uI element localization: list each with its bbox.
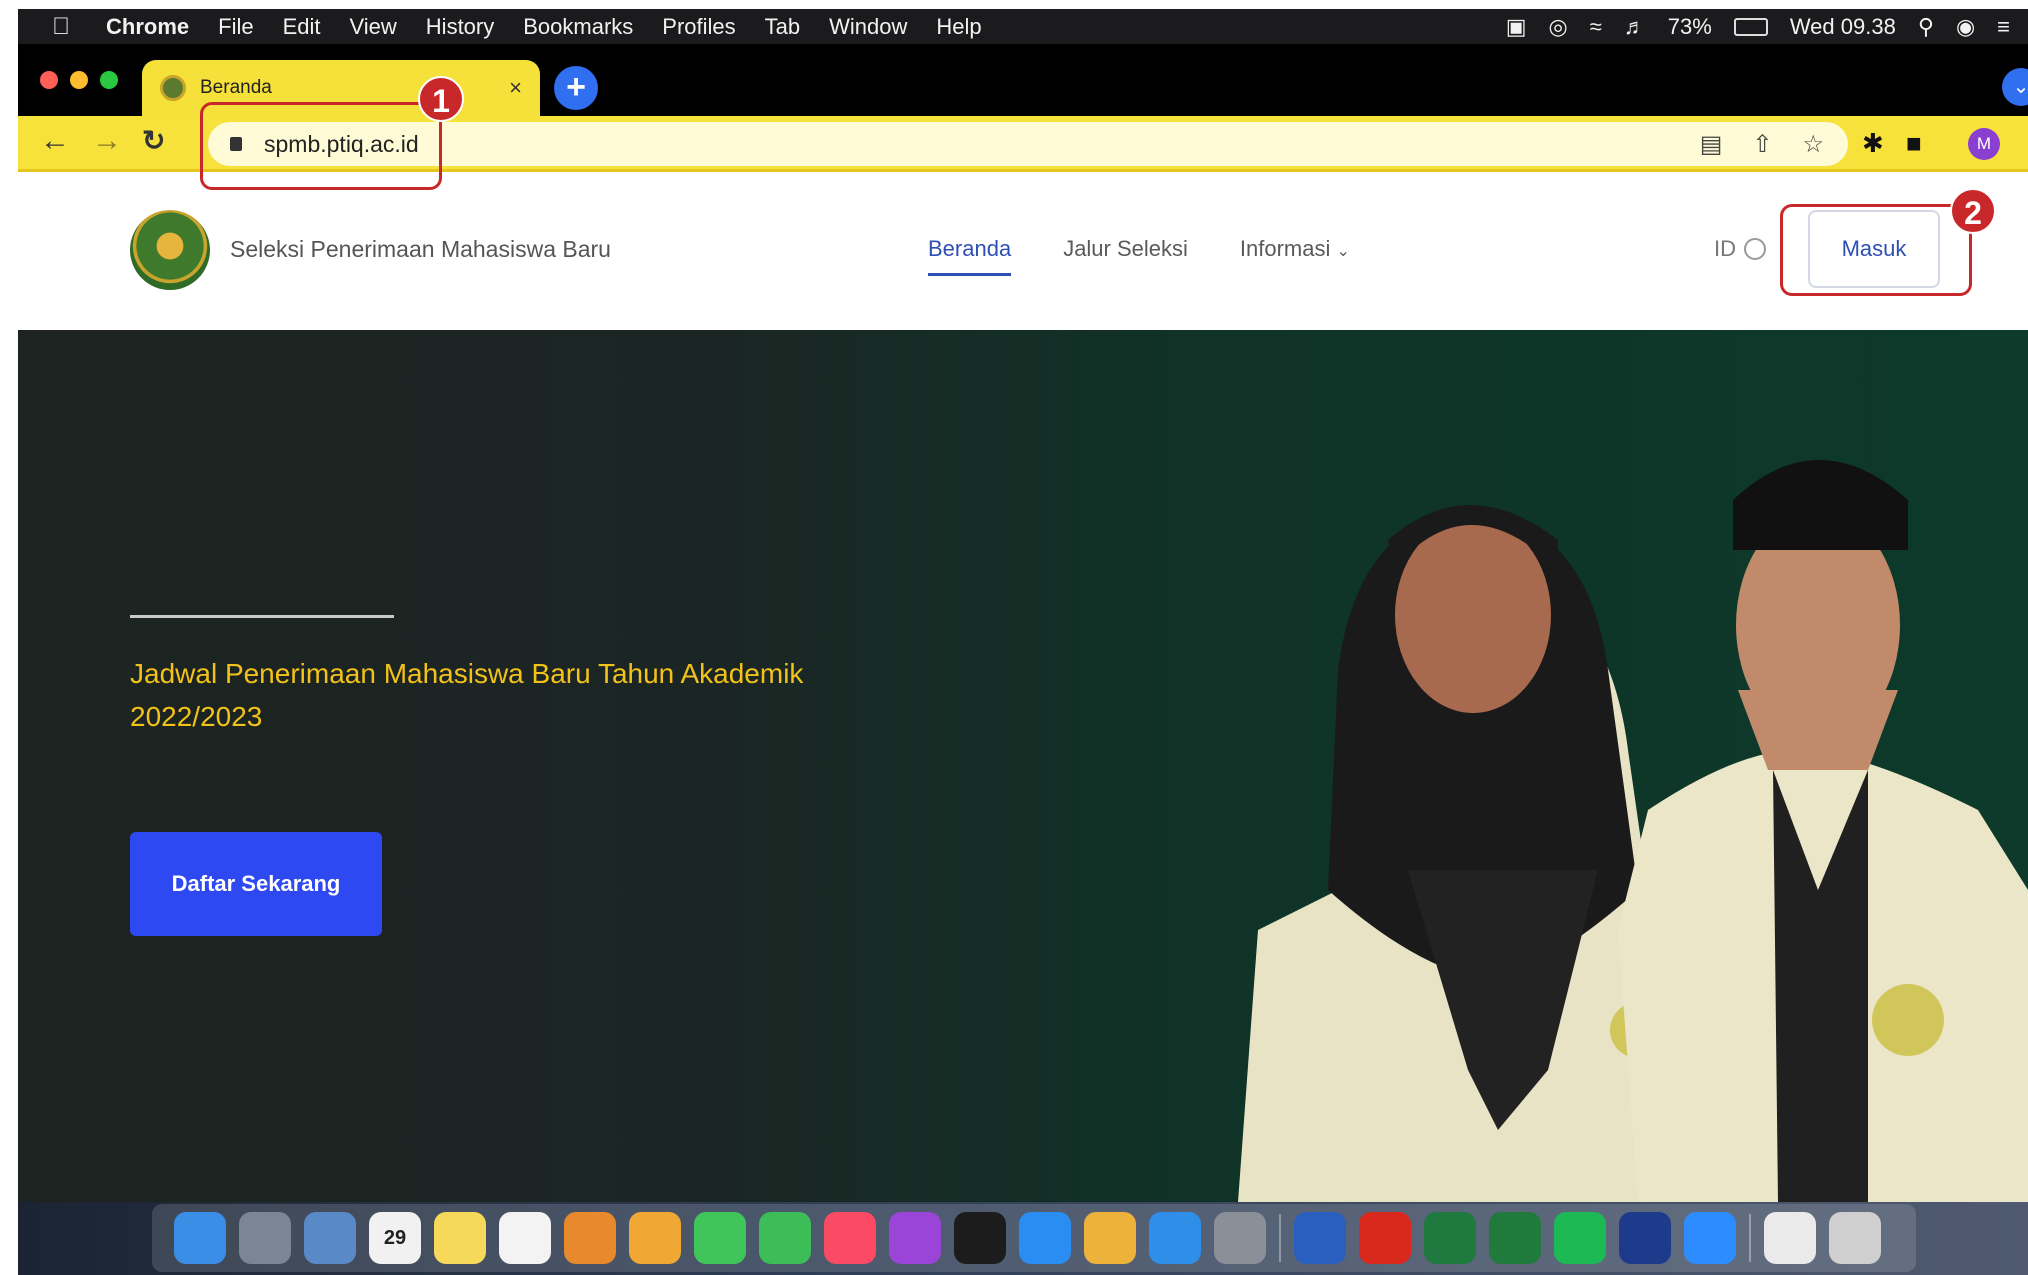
tab-search-icon[interactable]: ⌄ bbox=[2002, 68, 2028, 106]
clock[interactable]: Wed 09.38 bbox=[1790, 14, 1896, 40]
dock-messages-icon[interactable] bbox=[694, 1212, 746, 1264]
nav-jalur-seleksi[interactable]: Jalur Seleksi bbox=[1063, 236, 1188, 262]
siri-icon[interactable]: ◉ bbox=[1956, 14, 1975, 40]
address-bar[interactable]: spmb.ptiq.ac.id ▤ ⇧ ☆ bbox=[208, 122, 1848, 166]
menu-history[interactable]: History bbox=[426, 14, 494, 40]
dock-preview-icon[interactable] bbox=[1764, 1212, 1816, 1264]
browser-tab-strip: Beranda × + ⌄ bbox=[18, 44, 2028, 116]
dock-trash-icon[interactable] bbox=[1829, 1212, 1881, 1264]
dock-tv-icon[interactable] bbox=[954, 1212, 1006, 1264]
dock-app-store-icon[interactable] bbox=[1019, 1212, 1071, 1264]
menu-file[interactable]: File bbox=[218, 14, 253, 40]
register-now-button[interactable]: Daftar Sekarang bbox=[130, 832, 382, 936]
menu-edit[interactable]: Edit bbox=[283, 14, 321, 40]
hero-banner: Jadwal Penerimaan Mahasiswa Baru Tahun A… bbox=[18, 330, 2028, 1202]
dock-launchpad-icon[interactable] bbox=[239, 1212, 291, 1264]
bookmark-star-icon[interactable]: ☆ bbox=[1802, 130, 1824, 159]
chevron-down-icon: ⌄ bbox=[1336, 243, 1350, 260]
site-header: Seleksi Penerimaan Mahasiswa Baru Berand… bbox=[18, 172, 2028, 330]
window-controls bbox=[40, 71, 118, 89]
translate-icon[interactable]: ▤ bbox=[1700, 130, 1723, 159]
reload-button[interactable]: ↻ bbox=[142, 124, 165, 157]
dock-separator bbox=[1749, 1214, 1751, 1262]
tab-title: Beranda bbox=[200, 77, 272, 98]
dock-reminders-icon[interactable] bbox=[499, 1212, 551, 1264]
close-window-button[interactable] bbox=[40, 71, 58, 89]
side-panel-icon[interactable]: ■ bbox=[1906, 128, 1922, 159]
menu-view[interactable]: View bbox=[350, 14, 397, 40]
annotation-marker-2: 2 bbox=[1950, 188, 1996, 234]
dock-spotify-icon[interactable] bbox=[1554, 1212, 1606, 1264]
volume-icon[interactable]: ♬ bbox=[1624, 14, 1646, 40]
new-tab-button[interactable]: + bbox=[554, 66, 598, 110]
dock-separator bbox=[1279, 1214, 1281, 1262]
dock-ps-icon[interactable] bbox=[1619, 1212, 1671, 1264]
active-tab[interactable]: Beranda × bbox=[142, 60, 540, 116]
dock-acrobat-icon[interactable] bbox=[1359, 1212, 1411, 1264]
dock-vpn-icon[interactable] bbox=[1489, 1212, 1541, 1264]
lock-icon[interactable] bbox=[230, 137, 242, 151]
battery-icon[interactable] bbox=[1733, 17, 1768, 36]
url-text[interactable]: spmb.ptiq.ac.id bbox=[264, 131, 419, 158]
dock-facetime-icon[interactable] bbox=[759, 1212, 811, 1264]
language-code: ID bbox=[1714, 236, 1736, 261]
dock-word-icon[interactable] bbox=[1294, 1212, 1346, 1264]
menubar-status-area: ▣ ◎ ≈ ♬ 73% Wed 09.38 ⚲ ◉ ≡ bbox=[1506, 14, 2028, 40]
wifi-icon[interactable]: ≈ bbox=[1590, 14, 1602, 40]
nav-informasi-label: Informasi bbox=[1239, 236, 1331, 261]
dock-zoom-icon[interactable] bbox=[1684, 1212, 1736, 1264]
screen-share-icon[interactable]: ▣ bbox=[1506, 14, 1527, 40]
dock-finder-icon[interactable] bbox=[174, 1212, 226, 1264]
dock-music-icon[interactable] bbox=[824, 1212, 876, 1264]
dock-books-icon[interactable] bbox=[564, 1212, 616, 1264]
dock-safari-icon[interactable] bbox=[1149, 1212, 1201, 1264]
share-icon[interactable]: ⇧ bbox=[1752, 130, 1772, 159]
dock-calendar-icon[interactable]: 29 bbox=[369, 1212, 421, 1264]
dock-shelf: 29 bbox=[152, 1204, 1916, 1272]
dock-preferences-icon[interactable] bbox=[1214, 1212, 1266, 1264]
minimize-window-button[interactable] bbox=[70, 71, 88, 89]
hero-headline: Jadwal Penerimaan Mahasiswa Baru Tahun A… bbox=[130, 658, 804, 732]
menu-help[interactable]: Help bbox=[936, 14, 981, 40]
globe-icon bbox=[1744, 238, 1766, 260]
battery-percent: 73% bbox=[1667, 13, 1712, 39]
main-nav: Beranda Jalur Seleksi Informasi ⌄ bbox=[928, 236, 1350, 276]
omnibox-actions: ▤ ⇧ ☆ bbox=[1700, 130, 1848, 159]
macos-menubar:  Chrome File Edit View History Bookmark… bbox=[18, 9, 2028, 44]
back-button[interactable]: ← bbox=[40, 124, 70, 158]
tab-close-icon[interactable]: × bbox=[509, 75, 522, 101]
forward-button[interactable]: → bbox=[92, 124, 122, 158]
students-photo bbox=[1238, 460, 2028, 1202]
hero-divider bbox=[130, 615, 394, 618]
extensions-puzzle-icon[interactable]: ✱ bbox=[1862, 128, 1884, 159]
apple-menu-icon[interactable]:  bbox=[36, 13, 86, 41]
nav-beranda[interactable]: Beranda bbox=[928, 236, 1012, 276]
spotlight-search-icon[interactable]: ⚲ bbox=[1918, 14, 1934, 40]
menu-profiles[interactable]: Profiles bbox=[662, 14, 735, 40]
menu-app-name[interactable]: Chrome bbox=[106, 14, 189, 40]
ptiq-logo[interactable] bbox=[130, 210, 210, 290]
dock-notes-icon[interactable] bbox=[434, 1212, 486, 1264]
menu-window[interactable]: Window bbox=[829, 14, 907, 40]
language-switcher[interactable]: ID bbox=[1714, 236, 1766, 262]
nav-informasi[interactable]: Informasi ⌄ bbox=[1240, 236, 1350, 262]
menu-bookmarks[interactable]: Bookmarks bbox=[523, 14, 633, 40]
menu-tab[interactable]: Tab bbox=[765, 14, 800, 40]
site-title[interactable]: Seleksi Penerimaan Mahasiswa Baru bbox=[230, 236, 611, 263]
annotation-marker-1: 1 bbox=[418, 76, 464, 122]
control-center-icon[interactable]: ≡ bbox=[1997, 14, 2010, 40]
browser-toolbar: ← → ↻ spmb.ptiq.ac.id ▤ ⇧ ☆ ✱ ■ M ⋮ bbox=[18, 116, 2028, 172]
creative-cloud-icon[interactable]: ◎ bbox=[1548, 14, 1567, 40]
login-button[interactable]: Masuk bbox=[1808, 210, 1940, 288]
dock-photos-icon[interactable] bbox=[629, 1212, 681, 1264]
dock-system-icon[interactable] bbox=[304, 1212, 356, 1264]
zoom-window-button[interactable] bbox=[100, 71, 118, 89]
tab-favicon-icon bbox=[160, 75, 186, 101]
profile-avatar[interactable]: M bbox=[1968, 128, 2000, 160]
screen:  Chrome File Edit View History Bookmark… bbox=[0, 0, 2028, 1275]
dock-chrome-icon[interactable] bbox=[1084, 1212, 1136, 1264]
dock-podcasts-icon[interactable] bbox=[889, 1212, 941, 1264]
macos-dock: 29 bbox=[18, 1202, 2028, 1275]
dock-excel-icon[interactable] bbox=[1424, 1212, 1476, 1264]
